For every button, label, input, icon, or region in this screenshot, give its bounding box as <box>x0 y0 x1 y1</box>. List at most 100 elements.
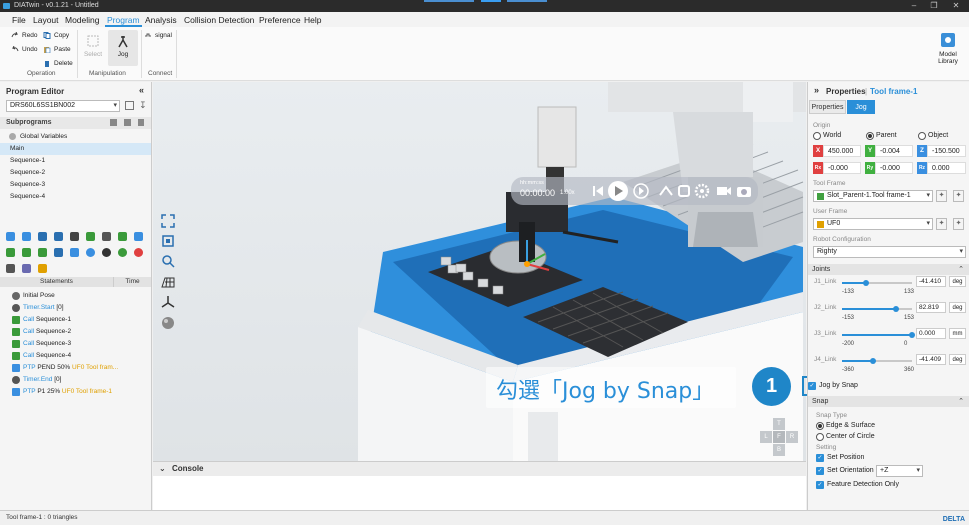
call-cmd-icon[interactable] <box>38 248 47 257</box>
copy-button[interactable]: Copy <box>42 30 69 41</box>
param-cmd-icon[interactable] <box>134 232 143 241</box>
delete-subprogram-icon[interactable] <box>138 119 144 126</box>
subprogram-sequence-3[interactable]: Sequence-3 <box>0 179 151 191</box>
statement-row[interactable]: Call Sequence-3 <box>0 338 151 350</box>
signal-button[interactable]: signal <box>143 30 172 41</box>
menu-program[interactable]: Program <box>105 13 142 27</box>
user-frame-settings-icon[interactable]: ✦ <box>953 218 964 230</box>
wait-cmd-icon[interactable] <box>86 248 95 257</box>
statement-row[interactable]: Call Sequence-2 <box>0 326 151 338</box>
tab-properties[interactable]: Properties <box>809 100 846 114</box>
fit-view-icon[interactable] <box>161 214 175 228</box>
menu-layout[interactable]: Layout <box>31 13 61 27</box>
menu-collision-detection[interactable]: Collision Detection <box>182 13 256 27</box>
snap-center-circle-radio[interactable]: Center of Circle <box>816 432 875 442</box>
axes-icon[interactable] <box>161 295 175 309</box>
loop-icon[interactable] <box>675 182 693 200</box>
select-button[interactable]: Select <box>78 30 108 66</box>
tool-frame-settings-icon[interactable]: ✦ <box>953 190 964 202</box>
rx-value-field[interactable]: -0.000 <box>823 162 861 174</box>
joint-slider-knob[interactable] <box>863 280 869 286</box>
subprogram-sequence-1[interactable]: Sequence-1 <box>0 155 151 167</box>
rz-value-field[interactable]: 0.000 <box>927 162 966 174</box>
origin-object-radio[interactable]: Object <box>918 131 948 141</box>
loop-cmd-icon[interactable] <box>22 248 31 257</box>
robot-config-select[interactable]: Righty ▾ <box>813 246 966 258</box>
collapse-left-icon[interactable]: « <box>139 85 144 95</box>
z-value-field[interactable]: -150.500 <box>927 145 966 157</box>
menu-file[interactable]: File <box>10 13 28 27</box>
line-cmd-icon[interactable] <box>6 232 15 241</box>
start-cmd-icon[interactable] <box>118 248 127 257</box>
var-cmd-icon[interactable] <box>70 248 79 257</box>
redo-button[interactable]: Redo <box>10 30 38 41</box>
statement-row[interactable]: Timer.Start [0] <box>0 302 151 314</box>
grid-cmd-icon[interactable] <box>38 264 47 273</box>
settings-gear-icon[interactable] <box>693 182 711 200</box>
console-header[interactable]: ⌄ Console <box>153 462 806 476</box>
statement-row[interactable]: Call Sequence-1 <box>0 314 151 326</box>
joint-slider-track[interactable] <box>866 282 912 284</box>
subprogram-global-variables[interactable]: Global Variables <box>0 131 151 143</box>
y-value-field[interactable]: -0.004 <box>875 145 913 157</box>
view-front-button[interactable]: F <box>773 431 785 443</box>
step-forward-icon[interactable] <box>632 182 650 200</box>
view-left-button[interactable]: L <box>760 431 772 443</box>
close-icon[interactable]: ✕ <box>946 0 966 12</box>
playback-speed[interactable]: 1.00x <box>560 190 575 196</box>
ry-value-field[interactable]: -0.000 <box>875 162 913 174</box>
subprogram-main[interactable]: Main <box>0 143 151 155</box>
tool-frame-pick-icon[interactable]: ✦ <box>936 190 947 202</box>
step-back-icon[interactable] <box>589 182 607 200</box>
grid-floor-icon[interactable] <box>161 275 175 289</box>
joints-section-header[interactable]: Joints ⌃ <box>808 264 969 275</box>
subprogram-sequence-2[interactable]: Sequence-2 <box>0 167 151 179</box>
subprogram-sequence-4[interactable]: Sequence-4 <box>0 191 151 203</box>
robot-select[interactable]: DRS60L6SS1BN002 ▾ <box>6 100 120 112</box>
statement-row[interactable]: PTP PEND 50% UF0 Tool fram... <box>0 362 151 374</box>
x-value-field[interactable]: 450.000 <box>823 145 861 157</box>
tab-jog[interactable]: Jog <box>847 100 875 114</box>
view-right-button[interactable]: R <box>786 431 798 443</box>
jump-cmd-icon[interactable] <box>70 232 79 241</box>
statement-row[interactable]: Timer.End [0] <box>0 374 151 386</box>
undo-button[interactable]: Undo <box>10 44 38 55</box>
joint-slider-knob[interactable] <box>893 306 899 312</box>
feature-detection-checkbox[interactable]: ✓ Feature Detection Only <box>816 480 899 490</box>
jog-by-snap-checkbox[interactable]: ✓ Jog by Snap <box>808 381 858 391</box>
timer-cmd-icon[interactable] <box>102 248 111 257</box>
jog-button[interactable]: Jog <box>108 30 138 66</box>
set-position-checkbox[interactable]: ✓ Set Position <box>816 453 864 463</box>
export-icon[interactable] <box>125 101 134 110</box>
goto-cmd-icon[interactable] <box>54 248 63 257</box>
joint-slider-knob[interactable] <box>909 332 915 338</box>
play-icon[interactable] <box>607 180 629 202</box>
circle-cmd-icon[interactable] <box>54 232 63 241</box>
gripper-cmd-icon[interactable] <box>102 232 111 241</box>
tool-frame-select[interactable]: Slot_Parent-1.Tool frame-1 ▾ <box>813 190 933 202</box>
print-cmd-icon[interactable] <box>6 264 15 273</box>
video-record-icon[interactable] <box>715 182 733 200</box>
user-frame-select[interactable]: UF0 ▾ <box>813 218 933 230</box>
signal-cmd-icon[interactable] <box>118 232 127 241</box>
menu-preference[interactable]: Preference <box>257 13 303 27</box>
joint-slider-knob[interactable] <box>870 358 876 364</box>
io-cmd-icon[interactable] <box>86 232 95 241</box>
download-icon[interactable]: ↧ <box>139 100 147 111</box>
set-orientation-checkbox[interactable]: ✓ Set Orientation <box>816 466 874 476</box>
statement-row[interactable]: Initial Pose <box>0 290 151 302</box>
orientation-axis-select[interactable]: +Z ▾ <box>876 465 923 477</box>
snap-edge-surface-radio[interactable]: Edge & Surface <box>816 421 875 431</box>
origin-parent-radio[interactable]: Parent <box>866 131 897 141</box>
maximize-icon[interactable]: ❐ <box>924 0 944 12</box>
stop-cmd-icon[interactable] <box>134 248 143 257</box>
if-cmd-icon[interactable] <box>6 248 15 257</box>
menu-help[interactable]: Help <box>302 13 323 27</box>
minimize-icon[interactable]: – <box>904 0 924 12</box>
shading-sphere-icon[interactable] <box>161 316 175 330</box>
robot-pose-icon[interactable] <box>657 182 675 200</box>
fit-selection-icon[interactable] <box>161 234 175 248</box>
joint-value-field[interactable]: -41.410 <box>916 276 946 287</box>
copy-subprogram-icon[interactable] <box>124 119 131 126</box>
zoom-window-icon[interactable] <box>161 254 175 268</box>
